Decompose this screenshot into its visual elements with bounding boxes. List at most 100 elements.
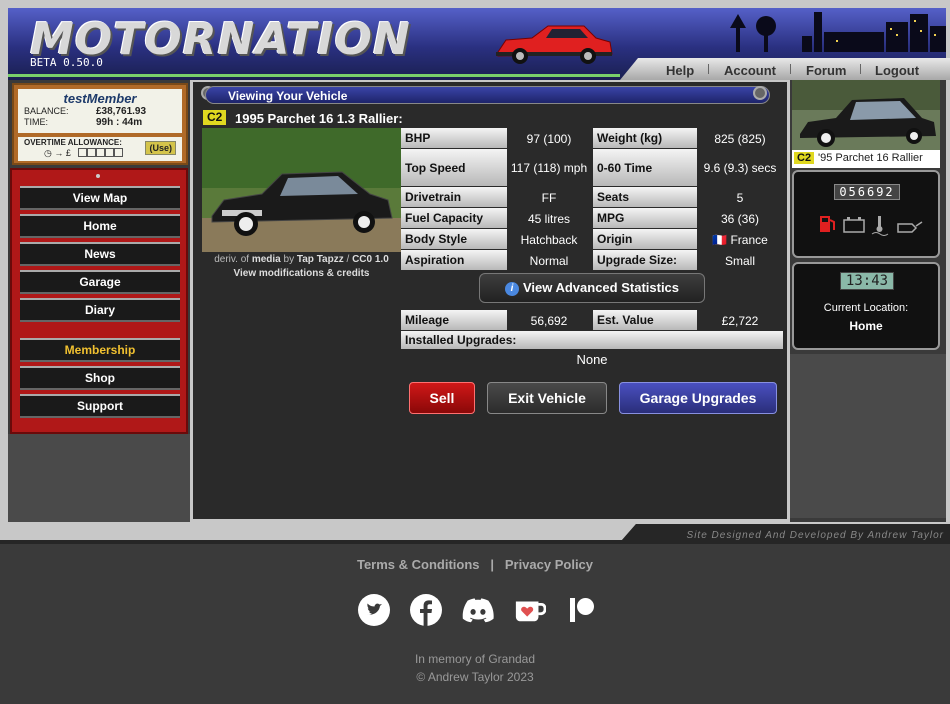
view-modifications-link[interactable]: View modifications & credits — [234, 268, 370, 279]
stat-value: Small — [724, 253, 755, 268]
sell-button[interactable]: Sell — [409, 382, 475, 414]
city-skyline-image — [730, 12, 946, 52]
menu-shop[interactable]: Shop — [20, 366, 180, 390]
footer-links: Terms & Conditions | Privacy Policy — [0, 557, 950, 572]
coolant-temperature-icon — [871, 216, 889, 236]
terms-link[interactable]: Terms & Conditions — [357, 557, 480, 572]
nav-forum[interactable]: Forum — [806, 63, 846, 78]
credit-prefix: deriv. of — [214, 254, 250, 265]
vehicle-panel: Viewing Your Vehicle C2 1995 Parchet 16 … — [190, 80, 790, 522]
version-label: BETA 0.50.0 — [30, 56, 103, 69]
dashboard-warning-icons — [820, 216, 923, 236]
exit-vehicle-button[interactable]: Exit Vehicle — [487, 382, 607, 414]
header-car-image — [496, 25, 613, 64]
stat-value: Hatchback — [520, 232, 578, 247]
stat-label: Weight (kg) — [593, 128, 697, 148]
stat-value: 97 (100) — [526, 131, 572, 146]
nav-separator — [790, 64, 791, 74]
menu-home[interactable]: Home — [20, 214, 180, 238]
stat-label: Aspiration — [401, 250, 507, 270]
header-accent-line — [8, 74, 620, 77]
member-name[interactable]: testMember — [24, 91, 176, 106]
overtime-meter — [78, 148, 123, 157]
current-car-photo — [792, 80, 940, 150]
frame-left — [0, 80, 8, 542]
stat-label: Mileage — [401, 310, 507, 330]
balance-row: BALANCE: £38,761.93 — [24, 106, 176, 117]
menu-support[interactable]: Support — [20, 394, 180, 418]
credit-media-link[interactable]: media — [252, 254, 281, 265]
facebook-icon[interactable] — [410, 594, 442, 626]
fuel-icon — [820, 216, 835, 232]
privacy-link[interactable]: Privacy Policy — [505, 557, 593, 572]
patreon-icon[interactable] — [566, 594, 598, 626]
time-row: TIME: 99h : 44m — [24, 117, 176, 128]
stat-value: 5 — [736, 190, 744, 205]
photo-credit: deriv. of media by Tap Tapzz / CC0 1.0 V… — [214, 254, 389, 279]
overtime-allowance: OVERTIME ALLOWANCE: ◷ → £ (Use) — [18, 137, 182, 161]
menu-news[interactable]: News — [20, 242, 180, 266]
current-car-card[interactable]: C2 '95 Parchet 16 Rallier — [792, 80, 940, 168]
info-icon: i — [504, 282, 519, 296]
table-row: Fuel Capacity 45 litres MPG 36 (36) — [401, 208, 783, 228]
designer-credit: Site Designed And Developed By Andrew Ta… — [686, 530, 944, 541]
current-car-class-badge: C2 — [794, 152, 815, 164]
table-row: Top Speed 117 (118) mph 0-60 Time 9.6 (9… — [401, 149, 783, 186]
view-advanced-statistics-button[interactable]: i View Advanced Statistics — [479, 273, 705, 303]
stat-value: FF — [541, 190, 557, 205]
time-label: TIME: — [24, 117, 48, 127]
dashboard-panel: 056692 — [792, 170, 940, 258]
installed-upgrades-value: None — [576, 352, 608, 367]
top-nav: Help Account Forum Logout — [620, 58, 950, 80]
stat-value: 45 litres — [527, 211, 571, 226]
table-row: Aspiration Normal Upgrade Size: Small — [401, 250, 783, 270]
twitter-icon[interactable] — [358, 594, 390, 626]
vehicle-name: 1995 Parchet 16 1.3 Rallier: — [235, 111, 403, 126]
advanced-button-label: View Advanced Statistics — [522, 280, 680, 295]
credit-author-link[interactable]: Tap Tapzz — [297, 254, 344, 265]
menu-membership[interactable]: Membership — [20, 338, 180, 362]
balance-label: BALANCE: — [24, 106, 69, 116]
use-overtime-button[interactable]: (Use) — [145, 141, 176, 155]
nav-separator — [708, 64, 709, 74]
table-row: Mileage 56,692 Est. Value £2,722 — [401, 310, 783, 330]
stat-label: MPG — [593, 208, 697, 228]
copyright-text: © Andrew Taylor 2023 — [416, 670, 534, 684]
balance-value: £38,761.93 — [96, 106, 147, 117]
credit-license-link[interactable]: CC0 1.0 — [352, 254, 389, 265]
credit-by: by — [283, 254, 295, 265]
stat-label: Seats — [593, 187, 697, 207]
stat-label: BHP — [401, 128, 507, 148]
stat-value: 36 (36) — [720, 211, 760, 226]
menu-view-map[interactable]: View Map — [20, 186, 180, 210]
vehicle-photo — [202, 128, 401, 252]
nav-account[interactable]: Account — [724, 63, 776, 78]
time-value: 99h : 44m — [96, 117, 143, 128]
stat-label: Fuel Capacity — [401, 208, 507, 228]
stat-value: £2,722 — [721, 313, 759, 328]
current-location-value: Home — [849, 319, 883, 333]
stat-value: 825 (825) — [714, 131, 766, 146]
table-row: BHP 97 (100) Weight (kg) 825 (825) — [401, 128, 783, 148]
stat-label: Top Speed — [401, 149, 507, 186]
discord-icon[interactable] — [462, 594, 494, 626]
stat-value: 🇫🇷 France — [712, 232, 768, 247]
nav-help[interactable]: Help — [666, 63, 694, 78]
stat-value: Normal — [529, 253, 569, 268]
stat-label: 0-60 Time — [593, 149, 697, 186]
current-car-name: '95 Parchet 16 Rallier — [818, 152, 923, 164]
panel-title: Viewing Your Vehicle — [228, 89, 348, 103]
nav-separator — [860, 64, 861, 74]
installed-upgrades-label: Installed Upgrades: — [401, 331, 783, 349]
member-info: testMember BALANCE: £38,761.93 TIME: 99h… — [18, 89, 182, 133]
frame-right — [946, 80, 950, 522]
kofi-icon[interactable] — [514, 594, 546, 626]
odometer: 056692 — [834, 184, 900, 200]
panel-title-bar: Viewing Your Vehicle — [205, 86, 770, 104]
table-row: Drivetrain FF Seats 5 — [401, 187, 783, 207]
menu-diary[interactable]: Diary — [20, 298, 180, 322]
menu-garage[interactable]: Garage — [20, 270, 180, 294]
garage-upgrades-button[interactable]: Garage Upgrades — [619, 382, 777, 414]
nav-logout[interactable]: Logout — [875, 63, 919, 78]
main-menu: View Map Home News Garage Diary Membersh… — [10, 168, 188, 434]
